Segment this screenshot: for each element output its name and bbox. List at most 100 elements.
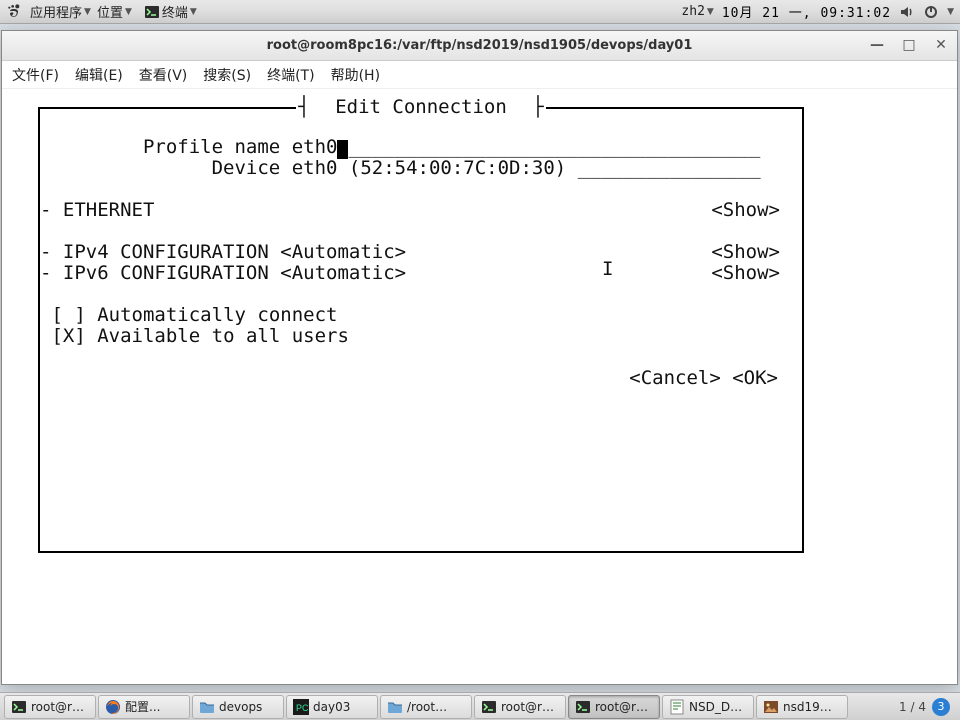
ipv6-mode-button[interactable]: <Automatic> bbox=[280, 262, 406, 284]
taskbar-item-label: day03 bbox=[313, 700, 350, 714]
taskbar-item-label: 配置... bbox=[125, 698, 160, 715]
chevron-down-icon: ▼ bbox=[190, 7, 197, 17]
profile-name-label: Profile name bbox=[143, 137, 280, 158]
time-label: 09:31:02 bbox=[820, 6, 891, 21]
maximize-button[interactable]: □ bbox=[899, 35, 919, 55]
taskbar-item[interactable]: root@r… bbox=[4, 695, 96, 719]
auto-connect-row: [ ] Automatically connect bbox=[40, 305, 790, 326]
taskbar-item[interactable]: NSD_D… bbox=[662, 695, 754, 719]
close-button[interactable]: ✕ bbox=[931, 35, 951, 55]
active-app-indicator[interactable]: 终端 ▼ bbox=[144, 2, 197, 21]
dialog-title-text: Edit Connection bbox=[329, 96, 513, 118]
taskbar-item-label: NSD_D… bbox=[689, 700, 742, 714]
terminal-icon bbox=[575, 699, 591, 715]
dialog-title: ┤ Edit Connection ├ bbox=[40, 97, 802, 118]
workspace-indicator[interactable]: 1 / 4 bbox=[899, 700, 926, 714]
ipv4-mode-button[interactable]: <Automatic> bbox=[280, 241, 406, 263]
window-title: root@room8pc16:/var/ftp/nsd2019/nsd1905/… bbox=[267, 38, 693, 53]
auto-connect-label: Automatically connect bbox=[97, 305, 337, 326]
all-users-row: [X] Available to all users bbox=[40, 326, 790, 347]
taskbar-item-label: devops bbox=[219, 700, 262, 714]
volume-icon[interactable] bbox=[899, 4, 915, 20]
image-icon bbox=[763, 699, 779, 715]
device-label: Device bbox=[212, 158, 281, 179]
clock[interactable]: 10月 21 一, 09:31:02 bbox=[722, 2, 891, 21]
menu-edit[interactable]: 编辑(E) bbox=[75, 65, 123, 85]
taskbar-item[interactable]: 配置... bbox=[98, 695, 190, 719]
notification-badge[interactable]: 3 bbox=[932, 698, 950, 716]
device-underscore: ________________ bbox=[578, 158, 761, 179]
taskbar-item[interactable]: nsd19… bbox=[756, 695, 848, 719]
taskbar-item-label: /root… bbox=[407, 700, 447, 714]
menu-bar: 文件(F) 编辑(E) 查看(V) 搜索(S) 终端(T) 帮助(H) bbox=[2, 61, 957, 89]
folder-icon bbox=[387, 699, 403, 715]
ipv6-row: - IPv6 CONFIGURATION <Automatic> <Show> bbox=[40, 263, 790, 284]
cancel-button[interactable]: <Cancel> bbox=[629, 367, 721, 389]
menu-terminal[interactable]: 终端(T) bbox=[267, 65, 314, 85]
terminal-icon bbox=[481, 699, 497, 715]
ethernet-row: - ETHERNET <Show> bbox=[40, 200, 790, 221]
ok-button[interactable]: <OK> bbox=[732, 367, 778, 389]
gedit-icon bbox=[669, 699, 685, 715]
chevron-down-icon: ▼ bbox=[84, 7, 91, 17]
chevron-down-icon: ▼ bbox=[947, 7, 954, 17]
profile-name-input[interactable]: eth0 bbox=[292, 137, 338, 158]
input-method-indicator[interactable]: zh2 ▼ bbox=[681, 4, 713, 19]
ipv4-show-button[interactable]: <Show> bbox=[711, 242, 790, 263]
taskbar-item[interactable]: PC day03 bbox=[286, 695, 378, 719]
chevron-down-icon: ▼ bbox=[707, 7, 714, 17]
applications-menu[interactable]: 应用程序 ▼ bbox=[30, 2, 91, 21]
taskbar-item[interactable]: root@r… bbox=[568, 695, 660, 719]
gnome-logo-icon bbox=[6, 3, 24, 21]
taskbar-item[interactable]: /root… bbox=[380, 695, 472, 719]
profile-underscore: ____________________________________ bbox=[348, 137, 760, 158]
all-users-checkbox[interactable]: [X] bbox=[51, 326, 85, 347]
ibeam-cursor-icon: I bbox=[602, 259, 613, 280]
ethernet-show-button[interactable]: <Show> bbox=[711, 200, 790, 221]
taskbar-item-label: root@r… bbox=[31, 700, 84, 714]
gnome-top-panel: 应用程序 ▼ 位置 ▼ 终端 ▼ zh2 ▼ 10月 21 一, 09:31:0… bbox=[0, 0, 960, 24]
ethernet-label[interactable]: ETHERNET bbox=[63, 199, 155, 221]
pycharm-icon: PC bbox=[293, 699, 309, 715]
taskbar-item-label: nsd19… bbox=[783, 700, 832, 714]
menu-search[interactable]: 搜索(S) bbox=[203, 65, 251, 85]
menu-view[interactable]: 查看(V) bbox=[139, 65, 188, 85]
taskbar-item-label: root@r… bbox=[501, 700, 554, 714]
taskbar-item-label: root@r… bbox=[595, 700, 648, 714]
ipv4-row: - IPv4 CONFIGURATION <Automatic> <Show> bbox=[40, 242, 790, 263]
desktop-area: root@room8pc16:/var/ftp/nsd2019/nsd1905/… bbox=[0, 24, 960, 692]
input-method-label: zh2 bbox=[681, 4, 704, 19]
nmtui-dialog: ┤ Edit Connection ├ Profile name eth0___… bbox=[38, 107, 804, 553]
minimize-button[interactable]: — bbox=[867, 35, 887, 55]
device-row: Device eth0 (52:54:00:7C:0D:30) ________… bbox=[40, 158, 790, 179]
terminal-window: root@room8pc16:/var/ftp/nsd2019/nsd1905/… bbox=[1, 30, 958, 685]
power-icon[interactable] bbox=[923, 4, 939, 20]
date-label: 10月 21 一, bbox=[722, 6, 812, 21]
active-app-label: 终端 bbox=[162, 2, 188, 21]
taskbar-item[interactable]: root@r… bbox=[474, 695, 566, 719]
taskbar-item[interactable]: devops bbox=[192, 695, 284, 719]
ipv4-label[interactable]: IPv4 CONFIGURATION bbox=[63, 241, 269, 263]
firefox-icon bbox=[105, 699, 121, 715]
auto-connect-checkbox[interactable]: [ ] bbox=[51, 305, 85, 326]
places-label: 位置 bbox=[97, 2, 123, 21]
text-cursor-icon bbox=[337, 140, 348, 159]
svg-text:PC: PC bbox=[296, 703, 309, 713]
window-title-bar[interactable]: root@room8pc16:/var/ftp/nsd2019/nsd1905/… bbox=[2, 31, 957, 61]
places-menu[interactable]: 位置 ▼ bbox=[97, 2, 132, 21]
folder-icon bbox=[199, 699, 215, 715]
menu-help[interactable]: 帮助(H) bbox=[331, 65, 380, 85]
applications-label: 应用程序 bbox=[30, 2, 82, 21]
terminal-icon bbox=[144, 4, 160, 20]
device-input[interactable]: eth0 (52:54:00:7C:0D:30) bbox=[292, 158, 567, 179]
profile-name-row: Profile name eth0 _______________________… bbox=[40, 137, 790, 158]
chevron-down-icon: ▼ bbox=[125, 7, 132, 17]
terminal-icon bbox=[11, 699, 27, 715]
ipv6-label[interactable]: IPv6 CONFIGURATION bbox=[63, 262, 269, 284]
gnome-bottom-panel: root@r… 配置... devops PC day03/root… root@r… ro… bbox=[0, 692, 960, 720]
ipv6-show-button[interactable]: <Show> bbox=[711, 263, 790, 284]
dialog-buttons: <Cancel> <OK> bbox=[40, 368, 790, 389]
terminal-body[interactable]: ┤ Edit Connection ├ Profile name eth0 ___… bbox=[2, 89, 957, 684]
menu-file[interactable]: 文件(F) bbox=[12, 65, 59, 85]
all-users-label: Available to all users bbox=[97, 326, 349, 347]
